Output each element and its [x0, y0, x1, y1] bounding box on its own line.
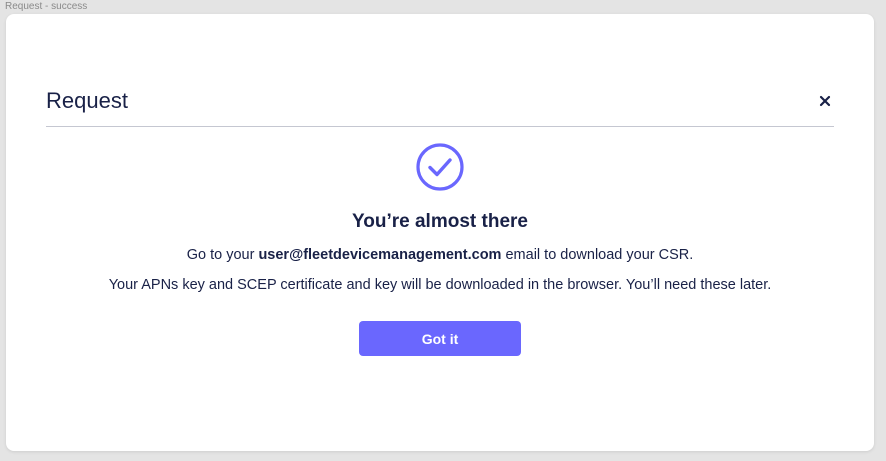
check-circle-icon: [416, 143, 464, 191]
close-button[interactable]: [818, 94, 832, 108]
csr-instructions: Go to your user@fleetdevicemanagement.co…: [6, 246, 874, 264]
modal-header: Request: [46, 88, 834, 127]
got-it-button[interactable]: Got it: [359, 321, 521, 356]
download-note: Your APNs key and SCEP certificate and k…: [108, 277, 772, 293]
close-icon: [819, 95, 831, 107]
instructions-prefix: Go to your: [186, 247, 259, 263]
modal-title: Request: [46, 88, 128, 113]
instructions-suffix: email to download your CSR.: [501, 247, 694, 263]
frame-label: Request - success: [5, 1, 88, 12]
request-modal: Request You’re almost there Go to your u…: [6, 14, 874, 451]
success-headline: You’re almost there: [352, 211, 528, 232]
email-address: user@fleetdevicemanagement.com: [258, 247, 502, 263]
